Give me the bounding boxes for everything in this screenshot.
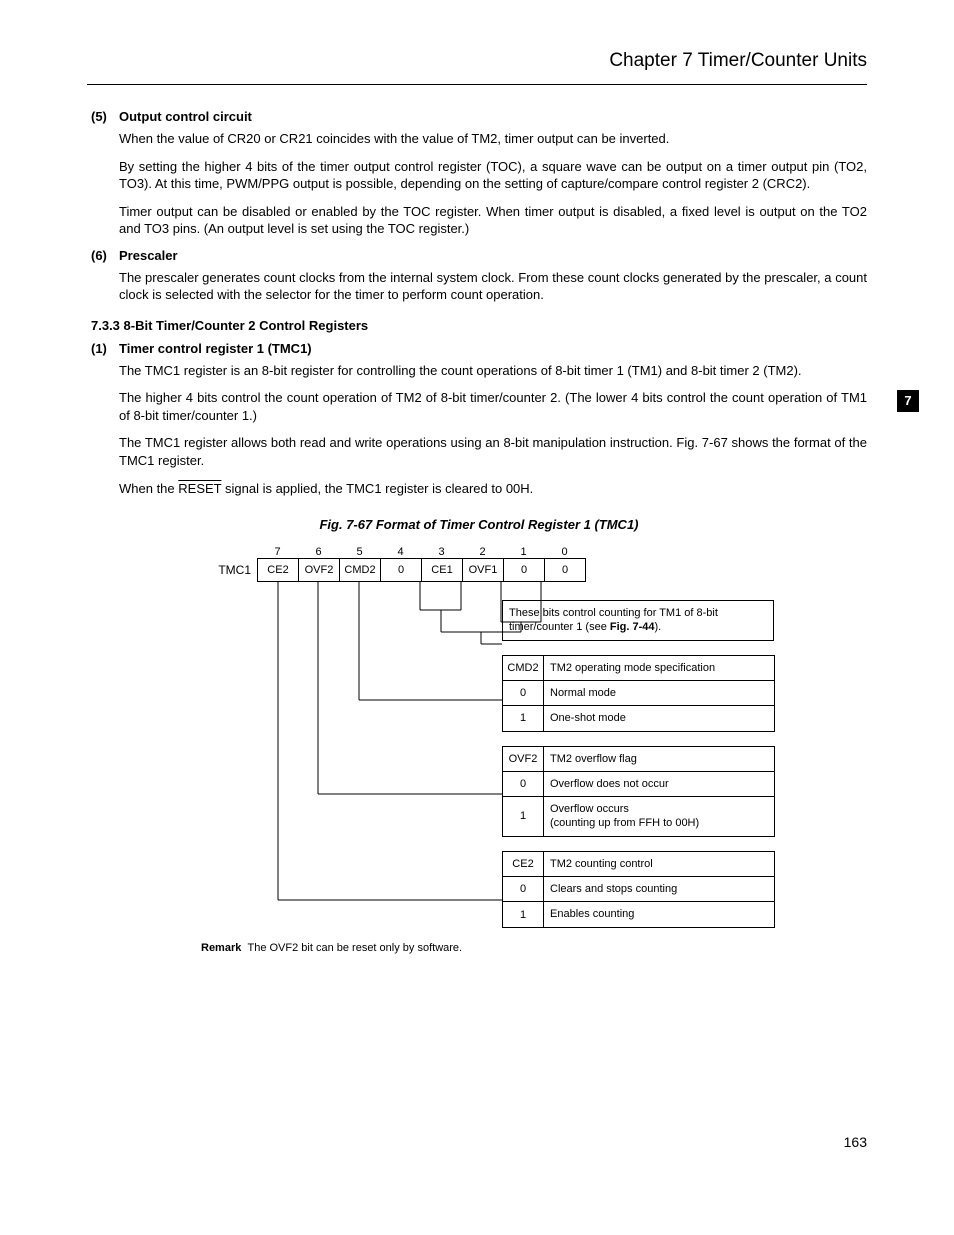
bitnum-6: 6 xyxy=(298,546,339,558)
subsection-733: 7.3.3 8-Bit Timer/Counter 2 Control Regi… xyxy=(91,318,867,333)
note-low-bits: These bits control counting for TM1 of 8… xyxy=(502,600,867,641)
register-diagram: 7 6 5 4 3 2 1 0 TMC1 CE2 OVF2 CMD2 0 CE1… xyxy=(201,546,867,582)
register-name: TMC1 xyxy=(201,563,257,577)
bit-1-cell: 0 xyxy=(503,558,544,582)
group-cmd2: CMD2 TM2 operating mode specification 0 … xyxy=(502,655,867,732)
ce2-head-key: CE2 xyxy=(502,851,544,877)
bitnum-3: 3 xyxy=(421,546,462,558)
bitnum-7: 7 xyxy=(257,546,298,558)
section-1-p4: When the RESET signal is applied, the TM… xyxy=(119,480,867,498)
ce2-r1-k: 1 xyxy=(502,902,544,927)
section-1-title: Timer control register 1 (TMC1) xyxy=(119,341,312,356)
bit-4-cell: 0 xyxy=(380,558,421,582)
bitnum-0: 0 xyxy=(544,546,585,558)
register-row: TMC1 CE2 OVF2 CMD2 0 CE1 OVF1 0 0 xyxy=(201,558,867,582)
cmd2-r1-v: One-shot mode xyxy=(544,706,775,731)
section-1-num: (1) xyxy=(91,341,119,356)
ce2-head-val: TM2 counting control xyxy=(544,851,775,877)
reset-signal: RESET xyxy=(178,481,221,496)
bit-6-cell: OVF2 xyxy=(298,558,339,582)
ovf2-r0-v: Overflow does not occur xyxy=(544,772,775,797)
ovf2-r1-v: Overflow occurs (counting up from FFH to… xyxy=(544,797,775,837)
cmd2-r0-v: Normal mode xyxy=(544,681,775,706)
section-1-heading: (1) Timer control register 1 (TMC1) xyxy=(91,341,867,356)
section-5-num: (5) xyxy=(91,109,119,124)
note-low-text: These bits control counting for TM1 of 8… xyxy=(502,600,774,641)
ovf2-r0-k: 0 xyxy=(502,772,544,797)
decoder-tables: These bits control counting for TM1 of 8… xyxy=(502,600,867,928)
section-1-p1: The TMC1 register is an 8-bit register f… xyxy=(119,362,867,380)
side-tab: 7 xyxy=(897,390,919,412)
figure-title: Fig. 7-67 Format of Timer Control Regist… xyxy=(91,517,867,532)
section-5-heading: (5) Output control circuit xyxy=(91,109,867,124)
section-6-num: (6) xyxy=(91,248,119,263)
page-header: Chapter 7 Timer/Counter Units xyxy=(87,50,867,85)
bit-5-cell: CMD2 xyxy=(339,558,380,582)
section-6-p1: The prescaler generates count clocks fro… xyxy=(119,269,867,304)
section-5-title: Output control circuit xyxy=(119,109,252,124)
body: (5) Output control circuit When the valu… xyxy=(91,109,867,954)
figure-remark: Remark The OVF2 bit can be reset only by… xyxy=(201,942,867,954)
cmd2-r0-k: 0 xyxy=(502,681,544,706)
bitnum-5: 5 xyxy=(339,546,380,558)
cmd2-head-key: CMD2 xyxy=(502,655,544,681)
group-ce2: CE2 TM2 counting control 0 Clears and st… xyxy=(502,851,867,928)
group-ovf2: OVF2 TM2 overflow flag 0 Overflow does n… xyxy=(502,746,867,837)
ce2-r0-k: 0 xyxy=(502,877,544,902)
section-5-p1: When the value of CR20 or CR21 coincides… xyxy=(119,130,867,148)
ce2-r1-v: Enables counting xyxy=(544,902,775,927)
remark-text: The OVF2 bit can be reset only by softwa… xyxy=(247,942,462,954)
bit-7-cell: CE2 xyxy=(257,558,298,582)
bit-2-cell: OVF1 xyxy=(462,558,503,582)
cmd2-head-val: TM2 operating mode specification xyxy=(544,655,775,681)
page: Chapter 7 Timer/Counter Units 7 (5) Outp… xyxy=(87,50,867,1180)
section-5-p3: Timer output can be disabled or enabled … xyxy=(119,203,867,238)
bitnum-4: 4 xyxy=(380,546,421,558)
section-1-p2: The higher 4 bits control the count oper… xyxy=(119,389,867,424)
bit-numbers: 7 6 5 4 3 2 1 0 xyxy=(257,546,867,558)
bitnum-2: 2 xyxy=(462,546,503,558)
page-number: 163 xyxy=(87,1134,867,1180)
ovf2-head-key: OVF2 xyxy=(502,746,544,772)
chapter-title: Chapter 7 Timer/Counter Units xyxy=(609,50,867,71)
section-5-p2: By setting the higher 4 bits of the time… xyxy=(119,158,867,193)
cmd2-r1-k: 1 xyxy=(502,706,544,731)
section-6-heading: (6) Prescaler xyxy=(91,248,867,263)
p4c: signal is applied, the TMC1 register is … xyxy=(221,481,533,496)
remark-label: Remark xyxy=(201,942,241,954)
section-6-title: Prescaler xyxy=(119,248,178,263)
p4a: When the xyxy=(119,481,178,496)
bit-3-cell: CE1 xyxy=(421,558,462,582)
ovf2-r1-k: 1 xyxy=(502,797,544,837)
bitnum-1: 1 xyxy=(503,546,544,558)
ce2-r0-v: Clears and stops counting xyxy=(544,877,775,902)
ovf2-head-val: TM2 overflow flag xyxy=(544,746,775,772)
bit-0-cell: 0 xyxy=(544,558,586,582)
section-1-p3: The TMC1 register allows both read and w… xyxy=(119,434,867,469)
